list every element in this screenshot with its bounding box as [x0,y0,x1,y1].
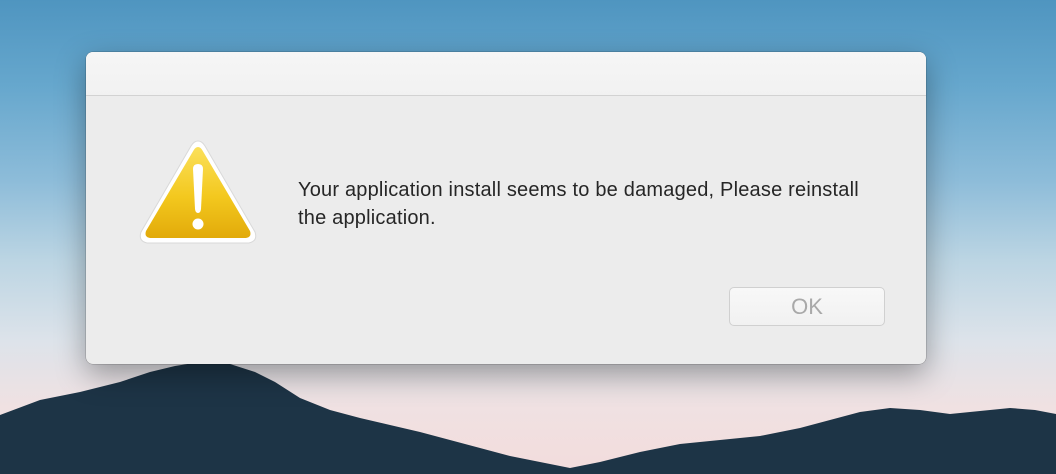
ok-button[interactable]: OK [729,287,885,326]
alert-dialog: Your application install seems to be dam… [86,52,926,364]
desktop-background: Your application install seems to be dam… [0,0,1056,474]
warning-triangle-icon [139,140,257,244]
dialog-titlebar [86,52,926,96]
dialog-message: Your application install seems to be dam… [298,179,859,229]
